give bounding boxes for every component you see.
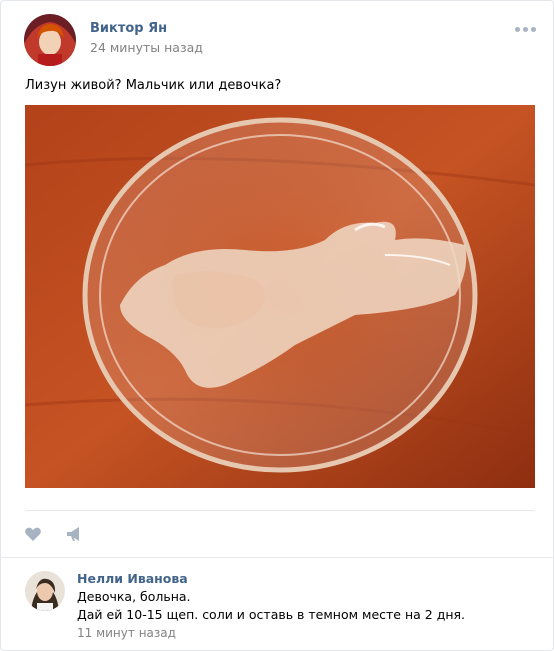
comment-text-line: Девочка, больна. bbox=[77, 589, 191, 604]
comments-divider bbox=[1, 557, 554, 558]
comment-timestamp[interactable]: 11 минут назад bbox=[77, 626, 176, 640]
author-avatar[interactable] bbox=[24, 14, 76, 66]
post-card: Виктор Ян 24 минуты назад Лизун живой? М… bbox=[0, 0, 554, 651]
dot bbox=[515, 27, 520, 32]
heart-icon[interactable] bbox=[24, 525, 42, 543]
dot bbox=[531, 27, 536, 32]
post-text: Лизун живой? Мальчик или девочка? bbox=[25, 78, 282, 93]
post-author-name[interactable]: Виктор Ян bbox=[90, 21, 167, 36]
dot bbox=[523, 27, 528, 32]
comment-author-name[interactable]: Нелли Иванова bbox=[77, 571, 188, 586]
comment-text-line: Дай ей 10-15 щеп. соли и оставь в темном… bbox=[77, 607, 466, 622]
more-dots-icon[interactable] bbox=[515, 27, 537, 35]
post-photo[interactable] bbox=[25, 105, 535, 488]
commenter-avatar[interactable] bbox=[25, 571, 65, 611]
actions-divider bbox=[25, 510, 535, 511]
post-timestamp[interactable]: 24 минуты назад bbox=[90, 40, 203, 55]
megaphone-icon[interactable] bbox=[65, 525, 83, 543]
